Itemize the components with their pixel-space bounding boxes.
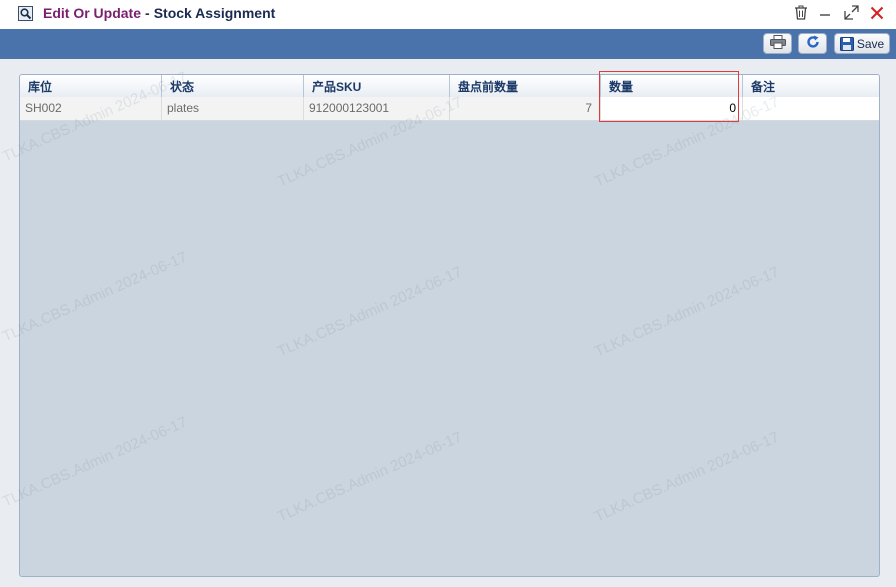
column-header-sku[interactable]: 产品SKU — [304, 75, 450, 97]
column-header-remark[interactable]: 备注 — [743, 75, 879, 97]
print-button[interactable] — [763, 33, 792, 54]
minimize-button[interactable] — [816, 6, 834, 24]
save-label: Save — [856, 36, 885, 51]
cell-status: plates — [162, 97, 304, 120]
toolbar: Save — [0, 29, 896, 59]
refresh-icon — [806, 35, 820, 52]
close-button[interactable] — [868, 6, 886, 24]
maximize-button[interactable] — [842, 5, 860, 25]
trash-icon — [794, 5, 808, 25]
qty-input[interactable]: 0 — [601, 97, 743, 120]
column-header-location[interactable]: 库位 — [20, 75, 162, 97]
window-titlebar: Edit Or Update - Stock Assignment — [0, 0, 896, 30]
grid-panel: 库位 状态 产品SKU 盘点前数量 数量 备注 SH002 plates 912… — [19, 74, 880, 577]
close-icon — [870, 6, 884, 25]
printer-icon — [769, 35, 786, 52]
save-button[interactable]: Save — [834, 33, 890, 54]
delete-button[interactable] — [792, 5, 810, 25]
title-primary: Edit Or Update — [43, 5, 142, 21]
cell-location: SH002 — [20, 97, 162, 120]
window-title: Edit Or Update - Stock Assignment — [43, 5, 275, 21]
title-secondary: Stock Assignment — [153, 5, 276, 21]
cell-qty-before: 7 — [450, 97, 601, 120]
remark-input[interactable] — [743, 97, 879, 120]
refresh-button[interactable] — [798, 33, 827, 54]
column-header-qty-before[interactable]: 盘点前数量 — [450, 75, 601, 97]
maximize-icon — [843, 5, 859, 25]
cell-sku: 912000123001 — [304, 97, 450, 120]
floppy-disk-icon — [839, 36, 854, 51]
grid-header: 库位 状态 产品SKU 盘点前数量 数量 备注 — [20, 75, 879, 98]
title-separator: - — [145, 5, 150, 21]
table-row[interactable]: SH002 plates 912000123001 7 0 — [20, 97, 879, 121]
minimize-icon — [818, 6, 832, 25]
column-header-status[interactable]: 状态 — [162, 75, 304, 97]
search-icon — [18, 6, 33, 21]
column-header-qty[interactable]: 数量 — [601, 75, 743, 97]
